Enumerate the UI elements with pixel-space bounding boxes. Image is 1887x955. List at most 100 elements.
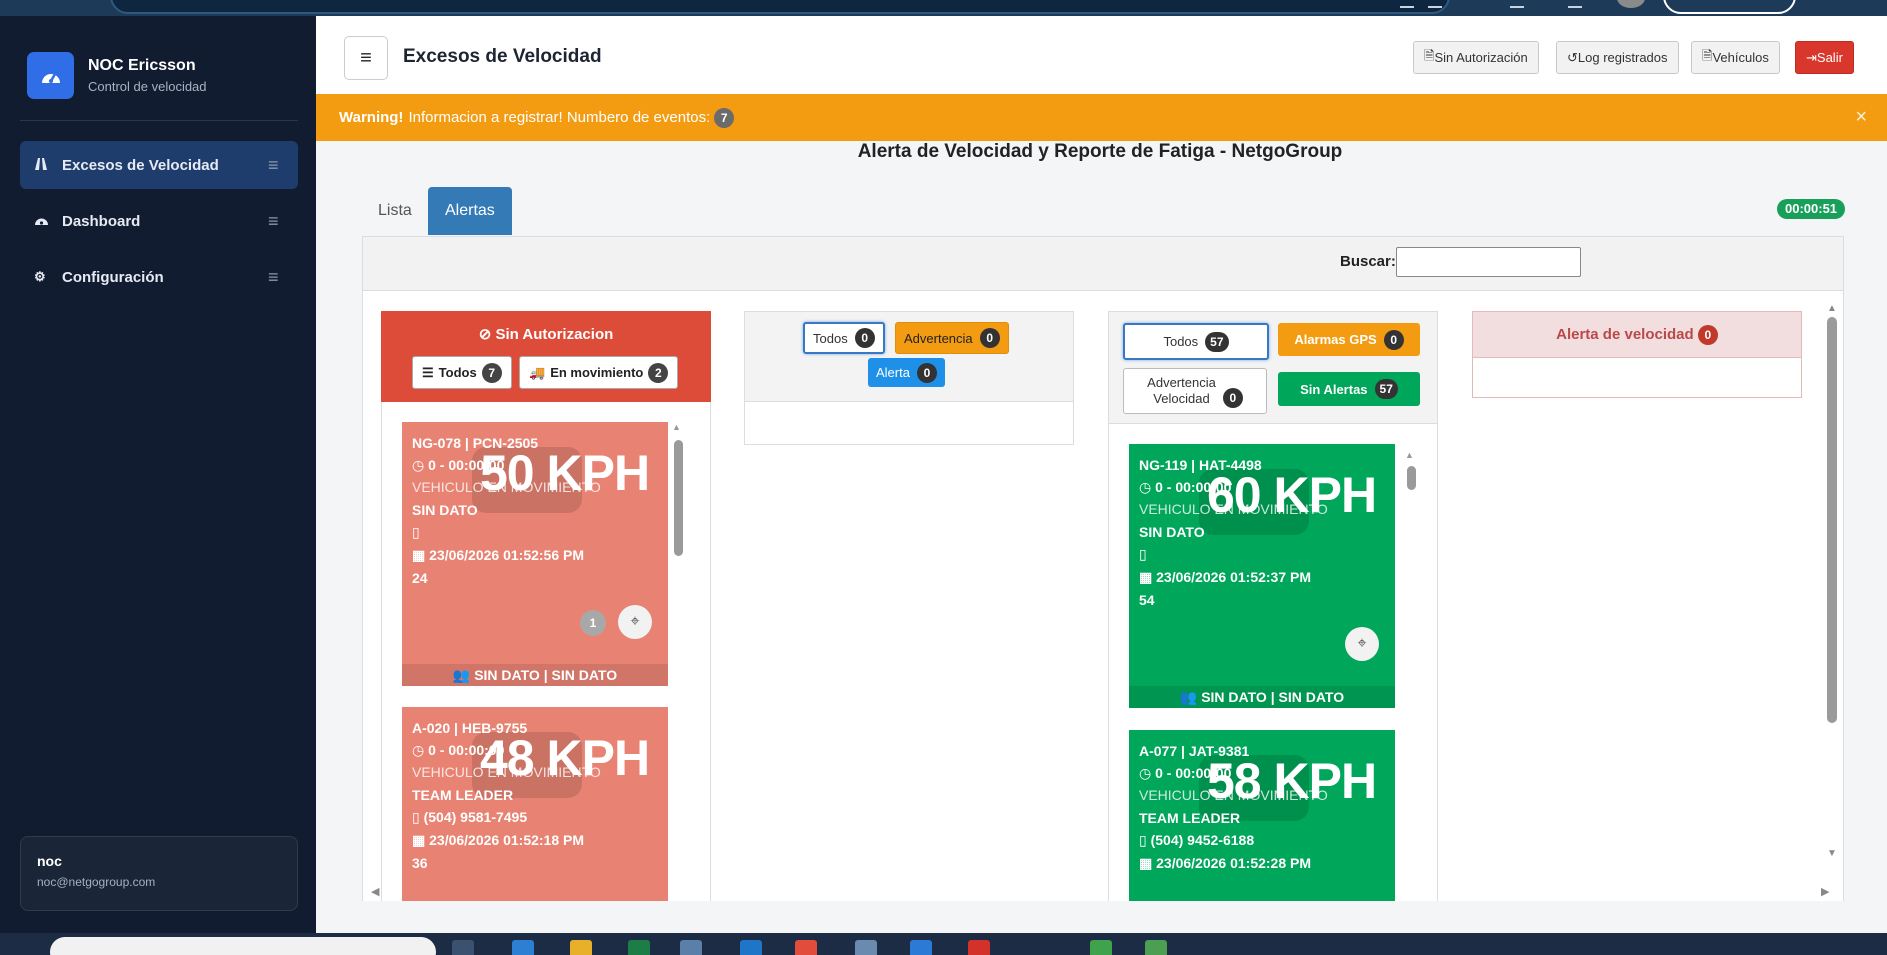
scroll-up-icon[interactable]: ▲ <box>1827 303 1837 314</box>
taskbar-app-icon[interactable] <box>1090 940 1112 955</box>
filter-sin-alertas-button[interactable]: Sin Alertas 57 <box>1278 372 1420 406</box>
filter-todos-button[interactable]: ☰ Todos 7 <box>412 356 512 389</box>
hamburger-menu-button[interactable]: ≡ <box>344 36 388 80</box>
button-label: Advertencia Velocidad <box>1147 375 1216 407</box>
map-pin-icon[interactable]: ⌖ <box>618 605 652 639</box>
vehiculos-button[interactable]: 🗎 Vehículos <box>1691 41 1780 74</box>
timer-badge: 00:00:51 <box>1777 199 1846 219</box>
filter-en-movimiento-button[interactable]: 🚚 En movimiento 2 <box>519 356 679 389</box>
filter-todos-button[interactable]: Todos 57 <box>1123 323 1269 360</box>
filter-alarmas-gps-button[interactable]: Alarmas GPS 0 <box>1278 323 1420 356</box>
vehicle-id: A-020 | HEB-9755 <box>412 720 528 736</box>
tab-lista[interactable]: Lista <box>361 187 429 235</box>
filter-advertencia-button[interactable]: Advertencia 0 <box>895 322 1009 354</box>
browser-icon[interactable] <box>1510 0 1524 8</box>
chrome-icon[interactable] <box>795 940 817 955</box>
browser-button[interactable] <box>1663 0 1796 14</box>
taskbar-app-icon[interactable] <box>855 940 877 955</box>
button-label: En movimiento <box>550 365 644 380</box>
column-advertencia: Todos 0 Advertencia 0 Alerta 0 <box>744 311 1074 901</box>
taskbar-app-icon[interactable] <box>968 940 990 955</box>
browser-icon[interactable] <box>1568 0 1582 8</box>
board-horizontal-scrollbar[interactable]: ◀ ▶ <box>371 885 1837 899</box>
vehicle-card[interactable]: 50 KPH NG-078 | PCN-2505 ◷ 0 - 00:00:00 … <box>402 422 668 686</box>
time-text: 0 - 00:00:00 <box>1155 765 1232 781</box>
vehicle-status: VEHICULO EN MOVIMIENTO <box>1139 501 1328 517</box>
clock-icon: ◷ <box>1139 479 1152 495</box>
column-body <box>744 402 1074 445</box>
count-badge: 0 <box>916 362 937 383</box>
taskbar-app-icon[interactable] <box>452 940 474 955</box>
board-vertical-scrollbar[interactable]: ▲ ▼ <box>1824 303 1840 863</box>
scroll-up-icon[interactable]: ▲ <box>672 422 681 432</box>
vehicle-status: VEHICULO EN MOVIMIENTO <box>412 479 601 495</box>
user-box[interactable]: noc noc@netgogroup.com <box>20 836 298 911</box>
scroll-right-icon[interactable]: ▶ <box>1821 885 1829 898</box>
salir-button[interactable]: ⇥ Salir <box>1795 41 1854 74</box>
close-icon[interactable]: × <box>1855 106 1867 129</box>
user-name: noc <box>37 853 62 869</box>
scroll-thumb[interactable] <box>1407 466 1416 490</box>
vehicle-value: 24 <box>412 570 428 586</box>
vehicle-time: ◷ 0 - 00:00:00 <box>412 457 504 474</box>
vehicle-id: NG-078 | PCN-2505 <box>412 435 539 451</box>
vehicle-status: VEHICULO EN MOVIMIENTO <box>412 764 601 780</box>
browser-icon[interactable] <box>1400 0 1414 8</box>
vehicle-card[interactable]: 58 KPH A-077 | JAT-9381 ◷ 0 - 00:00:00 V… <box>1129 730 1395 901</box>
taskbar-app-icon[interactable] <box>1145 940 1167 955</box>
sidebar-item-dashboard[interactable]: Dashboard ≡ <box>20 197 298 245</box>
outlook-icon[interactable] <box>740 940 762 955</box>
vehicle-card[interactable]: 60 KPH NG-119 | HAT-4498 ◷ 0 - 00:00:00 … <box>1129 444 1395 708</box>
column-alerta-velocidad: Alerta de velocidad 0 <box>1472 311 1802 901</box>
menu-lines-icon: ≡ <box>268 154 279 175</box>
vehicle-id: NG-119 | HAT-4498 <box>1139 457 1262 473</box>
brand-subtitle: Control de velocidad <box>88 79 207 94</box>
log-registrados-button[interactable]: ↺ Log registrados <box>1556 41 1679 74</box>
vehicle-driver: SIN DATO <box>412 502 478 518</box>
browser-address-bar[interactable] <box>110 0 1450 14</box>
sidebar-item-excesos[interactable]: Excesos de Velocidad ≡ <box>20 141 298 189</box>
column-title: ⊘ Sin Autorizacion <box>381 325 711 343</box>
filter-todos-button[interactable]: Todos 0 <box>803 322 885 354</box>
folder-icon[interactable] <box>570 940 592 955</box>
scroll-up-icon[interactable]: ▲ <box>1405 450 1414 460</box>
taskbar-app-icon[interactable] <box>512 940 534 955</box>
vehicle-phone: ▯ <box>412 524 420 541</box>
browser-icon[interactable] <box>1428 0 1442 8</box>
button-label-line: Advertencia <box>1147 375 1216 390</box>
column-scrollbar[interactable]: ▲ <box>1405 450 1417 901</box>
count-badge: 0 <box>979 328 1000 348</box>
date-text: 23/06/2026 01:52:37 PM <box>1156 569 1312 585</box>
search-input[interactable] <box>1396 247 1581 277</box>
tab-alertas[interactable]: Alertas <box>428 187 512 235</box>
mobile-icon: ▯ <box>1139 832 1147 848</box>
clock-icon: ◷ <box>412 742 425 758</box>
profile-avatar-icon[interactable] <box>1617 0 1645 8</box>
history-icon: ↺ <box>1567 49 1578 65</box>
map-pin-icon[interactable]: ⌖ <box>1345 627 1379 661</box>
excel-icon[interactable] <box>628 940 650 955</box>
browser-icon[interactable] <box>680 940 702 955</box>
column-header: Todos 57 Alarmas GPS 0 Advertencia Veloci… <box>1108 311 1438 424</box>
scroll-down-icon[interactable]: ▼ <box>1827 848 1837 859</box>
sidebar-item-configuracion[interactable]: ⚙ Configuración ≡ <box>20 253 298 301</box>
scroll-left-icon[interactable]: ◀ <box>371 885 379 898</box>
menu-lines-icon: ≡ <box>268 266 279 287</box>
vehicle-time: ◷ 0 - 00:00:00 <box>1139 765 1231 782</box>
footer-text: SIN DATO | SIN DATO <box>474 667 618 683</box>
vehicle-card[interactable]: 48 KPH A-020 | HEB-9755 ◷ 0 - 00:00:00 V… <box>402 707 668 901</box>
filter-alerta-button[interactable]: Alerta 0 <box>868 358 945 387</box>
scroll-thumb[interactable] <box>674 440 683 556</box>
taskbar-search[interactable] <box>50 937 436 955</box>
vehicle-date: ▦ 23/06/2026 01:52:18 PM <box>412 832 584 849</box>
vscode-icon[interactable] <box>910 940 932 955</box>
filter-advertencia-velocidad-button[interactable]: Advertencia Velocidad 0 <box>1123 368 1267 414</box>
phone-text: (504) 9581-7495 <box>423 809 528 825</box>
button-label: Advertencia <box>904 330 973 346</box>
alerts-panel: Buscar: ⊘ Sin Autorizacion ☰ Todos 7 🚚 E… <box>362 236 1844 901</box>
button-label-line: Velocidad <box>1153 391 1210 406</box>
column-scrollbar[interactable]: ▲ <box>672 422 684 901</box>
sin-autorizacion-button[interactable]: 🗎 Sin Autorización <box>1413 41 1539 74</box>
scroll-thumb[interactable] <box>1827 317 1837 723</box>
search-label: Buscar: <box>1340 253 1396 270</box>
